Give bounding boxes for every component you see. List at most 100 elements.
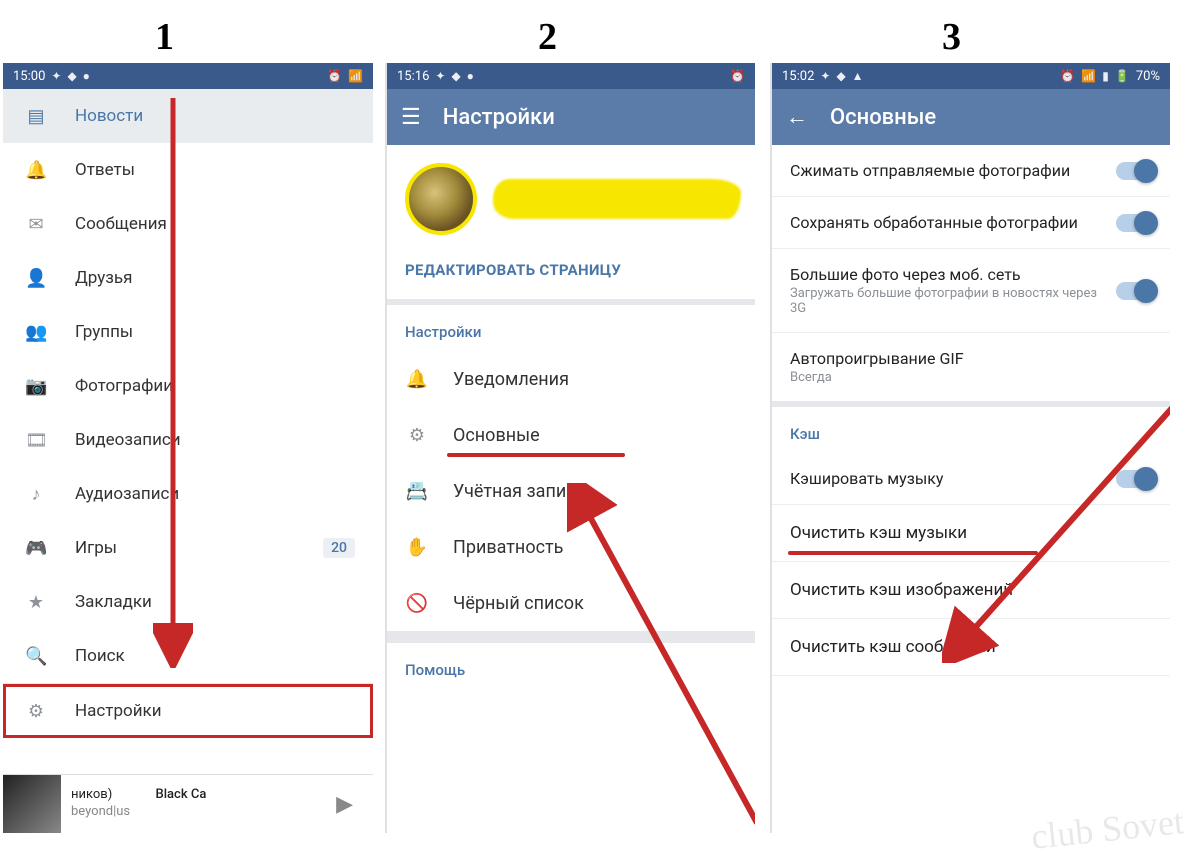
status-time: 15:16 (397, 69, 429, 84)
hamburger-icon[interactable]: ☰ (401, 105, 421, 130)
row-clear-message-cache[interactable]: Очистить кэш сообщений (772, 619, 1170, 676)
status-time: 15:02 (782, 69, 814, 84)
nav-item-label: Игры (75, 538, 117, 558)
nav-item-label: Видеозаписи (75, 430, 181, 450)
row-compress-photos[interactable]: Сжимать отправляемые фотографии (772, 145, 1170, 197)
nav-item-photos[interactable]: 📷 Фотографии (3, 359, 373, 413)
toggle-switch[interactable] (1116, 214, 1156, 232)
alarm-icon: ⏰ (1060, 69, 1075, 83)
envelope-icon: ✉ (25, 214, 47, 235)
audio-player[interactable]: ников) Black Ca beyond|us ▶ (3, 774, 373, 833)
settings-item-blacklist[interactable]: 🚫 Чёрный список (387, 575, 755, 631)
settings-item-privacy[interactable]: ✋ Приватность (387, 519, 755, 575)
app-bar: ☰ Настройки (387, 89, 755, 145)
settings-item-label: Чёрный список (453, 593, 584, 614)
nav-item-label: Друзья (75, 268, 132, 288)
track-title-left: ников) (71, 787, 112, 802)
track-artist: beyond|us (71, 804, 206, 821)
row-label: Очистить кэш музыки (790, 523, 967, 543)
page-title: Основные (830, 105, 936, 130)
settings-item-notifications[interactable]: 🔔 Уведомления (387, 351, 755, 407)
nav-item-label: Поиск (75, 646, 125, 666)
toggle-switch[interactable] (1116, 282, 1156, 300)
nav-item-messages[interactable]: ✉ Сообщения (3, 197, 373, 251)
back-icon[interactable]: ← (786, 104, 808, 130)
step-label-3: 3 (942, 15, 961, 59)
row-clear-music-cache[interactable]: Очистить кэш музыки (772, 505, 1170, 562)
profile-row[interactable] (387, 145, 755, 243)
step-label-2: 2 (538, 15, 557, 59)
settings-item-label: Приватность (453, 537, 563, 558)
nav-item-games[interactable]: 🎮 Игры 20 (3, 521, 373, 575)
screenshot-2: 15:16 ✦ ◆ ● ⏰ ☰ Настройки РЕДАКТИРОВАТЬ … (385, 63, 755, 833)
row-sublabel: Всегда (790, 370, 1156, 385)
settings-item-label: Учётная запись (453, 481, 585, 502)
album-art (3, 775, 61, 833)
nav-item-label: Ответы (75, 160, 135, 180)
hand-icon: ✋ (405, 537, 429, 558)
page-title: Настройки (443, 105, 555, 130)
nav-item-videos[interactable]: 🎞 Видеозаписи (3, 413, 373, 467)
settings-item-account[interactable]: 📇 Учётная запись (387, 463, 755, 519)
toggle-switch[interactable] (1116, 470, 1156, 488)
row-cache-music[interactable]: Кэшировать музыку (772, 453, 1170, 505)
battery-icon: 🔋 (1115, 69, 1130, 83)
bell-icon: 🔔 (405, 369, 429, 390)
section-title-help: Помощь (387, 643, 755, 689)
app-icon-1: ✦ (435, 69, 445, 83)
profile-name-redacted (493, 179, 741, 219)
star-icon: ★ (25, 592, 47, 613)
search-icon: 🔍 (25, 646, 47, 667)
nav-item-label: Фотографии (75, 376, 173, 396)
camera-icon: 📷 (25, 376, 47, 397)
nav-item-groups[interactable]: 👥 Группы (3, 305, 373, 359)
row-clear-image-cache[interactable]: Очистить кэш изображений (772, 562, 1170, 619)
nav-menu: ▤ Новости 🔔 Ответы ✉ Сообщения 👤 Друзья … (3, 89, 373, 738)
wifi-icon: 📶 (1081, 69, 1096, 83)
app-icon-3: ● (83, 69, 90, 83)
edit-profile-link[interactable]: РЕДАКТИРОВАТЬ СТРАНИЦУ (387, 243, 755, 305)
app-icon-2: ◆ (67, 69, 76, 83)
nav-item-bookmarks[interactable]: ★ Закладки (3, 575, 373, 629)
games-badge: 20 (323, 538, 355, 558)
app-icon-1: ✦ (820, 69, 830, 83)
row-gif-autoplay[interactable]: Автопроигрывание GIF Всегда (772, 333, 1170, 401)
app-icon-1: ✦ (51, 69, 61, 83)
play-icon[interactable]: ▶ (336, 792, 353, 817)
status-bar: 15:16 ✦ ◆ ● ⏰ (387, 63, 755, 89)
nav-item-label: Сообщения (75, 214, 167, 234)
row-label: Сохранять обработанные фотографии (790, 213, 1104, 232)
status-time: 15:00 (13, 69, 45, 84)
gear-icon: ⚙ (25, 701, 47, 722)
bell-icon: 🔔 (25, 160, 47, 181)
settings-item-label: Уведомления (453, 369, 569, 390)
signal-icon: ▮ (1102, 69, 1109, 83)
id-card-icon: 📇 (405, 481, 429, 502)
nav-item-replies[interactable]: 🔔 Ответы (3, 143, 373, 197)
toggle-switch[interactable] (1116, 162, 1156, 180)
row-big-photos[interactable]: Большие фото через моб. сеть Загружать б… (772, 249, 1170, 333)
settings-item-label: Основные (453, 425, 540, 446)
people-icon: 👥 (25, 322, 47, 343)
nav-item-label: Настройки (75, 701, 162, 721)
watermark: club Sovet (1030, 807, 1185, 852)
nav-item-label: Новости (75, 106, 143, 126)
feed-icon: ▤ (25, 106, 47, 127)
settings-item-general[interactable]: ⚙ Основные (387, 407, 755, 463)
nav-item-audio[interactable]: ♪ Аудиозаписи (3, 467, 373, 521)
row-label: Кэшировать музыку (790, 469, 1104, 488)
player-meta: ников) Black Ca beyond|us (61, 787, 206, 821)
row-label: Автопроигрывание GIF (790, 349, 1156, 368)
avatar (405, 163, 477, 235)
nav-item-search[interactable]: 🔍 Поиск (3, 629, 373, 683)
alarm-icon: ⏰ (730, 69, 745, 83)
screenshot-1: 15:00 ✦ ◆ ● ⏰ 📶 ▤ Новости 🔔 Ответы ✉ Соо… (3, 63, 373, 833)
app-icon-3: ▲ (852, 69, 864, 83)
block-icon: 🚫 (405, 593, 429, 614)
row-save-processed[interactable]: Сохранять обработанные фотографии (772, 197, 1170, 249)
music-icon: ♪ (25, 484, 47, 505)
nav-item-friends[interactable]: 👤 Друзья (3, 251, 373, 305)
app-icon-2: ◆ (836, 69, 845, 83)
nav-item-settings[interactable]: ⚙ Настройки (3, 684, 373, 738)
nav-item-news[interactable]: ▤ Новости (3, 89, 373, 143)
